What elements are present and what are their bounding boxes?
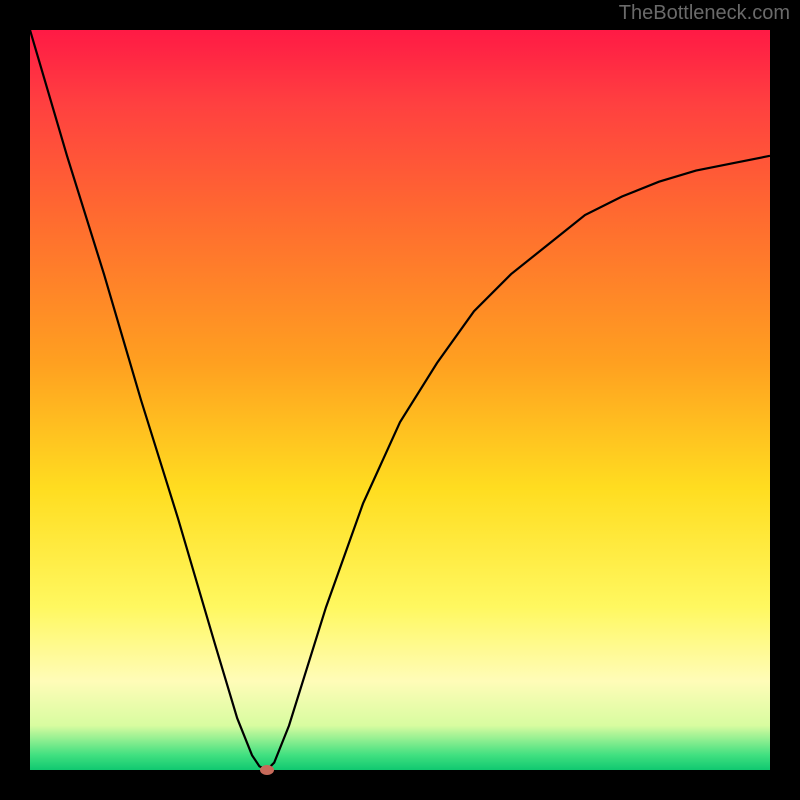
optimal-point-marker (260, 765, 274, 775)
bottleneck-curve (30, 30, 770, 770)
watermark-text: TheBottleneck.com (619, 2, 790, 25)
chart-plot-area (30, 30, 770, 770)
